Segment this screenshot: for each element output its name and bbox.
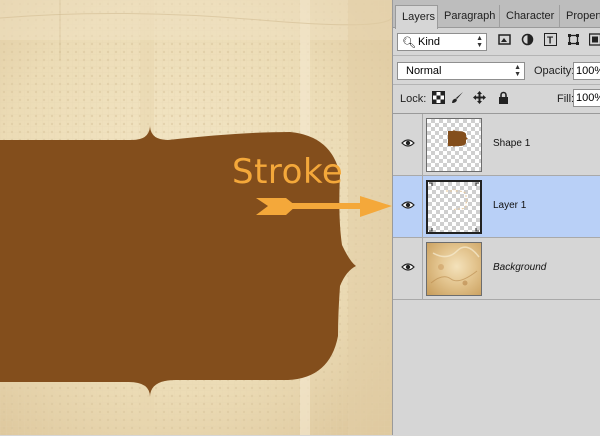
panel-tab-bar: Layers Paragraph Character Propert bbox=[393, 0, 600, 28]
lock-position-icon[interactable] bbox=[473, 91, 486, 104]
divider bbox=[393, 84, 600, 85]
divider bbox=[393, 55, 600, 56]
layer-row-layer-1[interactable]: Layer 1 bbox=[393, 176, 600, 238]
eye-icon bbox=[401, 262, 415, 272]
filter-kind-select[interactable]: 🔍︎ Kind ▲▼ bbox=[397, 33, 487, 51]
tab-paragraph[interactable]: Paragraph bbox=[438, 5, 500, 28]
blend-mode-select[interactable]: Normal ▲▼ bbox=[397, 62, 525, 80]
svg-text:T: T bbox=[547, 36, 553, 47]
eye-icon bbox=[401, 200, 415, 210]
background-thumbnail bbox=[426, 242, 482, 296]
layer-row-shape-1[interactable]: Shape 1 bbox=[393, 114, 600, 176]
lock-label: Lock: bbox=[400, 93, 426, 105]
opacity-field[interactable]: 100% bbox=[573, 62, 600, 80]
type-filter-icon[interactable]: T bbox=[544, 33, 557, 46]
updown-arrows-icon: ▲▼ bbox=[476, 35, 483, 49]
tab-character[interactable]: Character bbox=[500, 5, 560, 28]
shape-thumbnail bbox=[427, 119, 481, 171]
tab-layers[interactable]: Layers bbox=[395, 5, 438, 29]
updown-arrows-icon: ▲▼ bbox=[514, 64, 521, 78]
texture-pattern bbox=[427, 243, 481, 295]
adjustment-filter-icon[interactable] bbox=[521, 33, 534, 46]
blend-mode-value: Normal bbox=[406, 65, 441, 77]
image-filter-icon[interactable] bbox=[498, 33, 511, 46]
lock-all-icon[interactable] bbox=[497, 91, 510, 104]
lock-transparent-icon[interactable] bbox=[432, 91, 445, 104]
visibility-toggle[interactable] bbox=[393, 238, 423, 300]
document-canvas[interactable]: Stroke bbox=[0, 0, 392, 435]
eye-icon bbox=[401, 138, 415, 148]
lock-image-icon[interactable] bbox=[451, 91, 464, 104]
shape-filter-icon[interactable] bbox=[567, 33, 580, 46]
stroke-annotation-label: Stroke bbox=[232, 152, 343, 192]
fill-field[interactable]: 100% bbox=[573, 89, 600, 107]
layer-name: Shape 1 bbox=[493, 138, 530, 149]
opacity-label: Opacity: bbox=[534, 65, 574, 77]
canvas-artwork bbox=[0, 0, 392, 435]
layer-thumbnail bbox=[426, 180, 482, 234]
smart-object-filter-icon[interactable] bbox=[589, 33, 600, 46]
visibility-toggle[interactable] bbox=[393, 114, 423, 176]
layer-name: Layer 1 bbox=[493, 200, 526, 211]
fill-label: Fill: bbox=[557, 93, 574, 105]
layers-panel: Layers Paragraph Character Propert 🔍︎ Ki… bbox=[392, 0, 600, 435]
layer-thumbnail-content bbox=[428, 182, 480, 232]
filter-kind-value: Kind bbox=[418, 36, 440, 48]
layer-name: Background bbox=[493, 262, 546, 273]
search-icon: 🔍︎ bbox=[402, 36, 416, 49]
visibility-toggle[interactable] bbox=[393, 176, 423, 238]
layer-thumbnail bbox=[426, 118, 482, 172]
layers-list: Shape 1 Layer 1 bbox=[393, 113, 600, 436]
layer-row-background[interactable]: Background bbox=[393, 238, 600, 300]
tab-properties[interactable]: Propert bbox=[560, 5, 600, 28]
